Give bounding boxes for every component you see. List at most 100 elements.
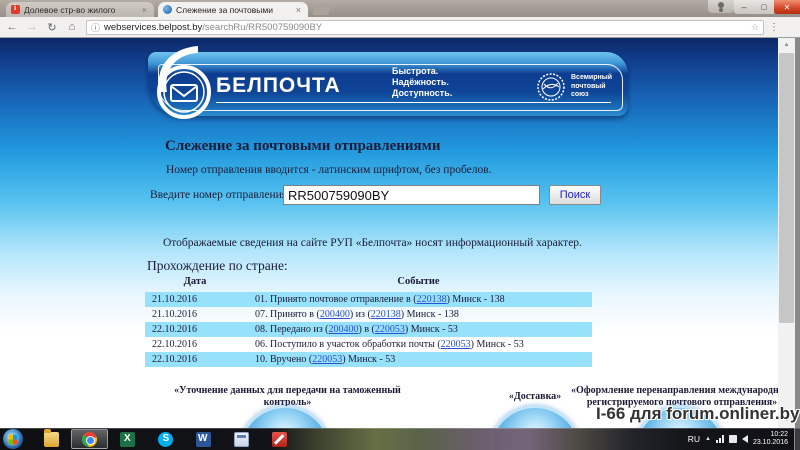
event-description: 01. Принято почтовое отправление в (2201… [245, 294, 592, 305]
location-code-link[interactable]: 200400 [328, 324, 358, 335]
footer-link-sphere-icon[interactable] [239, 406, 331, 428]
calculator-icon [234, 431, 249, 447]
location-code-link[interactable]: 200400 [320, 309, 350, 320]
forward-icon: → [26, 21, 38, 33]
location-code-link[interactable]: 220138 [371, 309, 401, 320]
footer-link-sphere-icon[interactable] [489, 406, 581, 428]
taskbar-explorer-button[interactable] [33, 428, 70, 449]
system-tray: RU ▲ 10:22 23.10.2016 [688, 431, 794, 447]
volume-icon[interactable] [741, 435, 748, 443]
disclaimer-text: Отображаемые сведения на сайте РУП «Белп… [163, 237, 582, 249]
taskbar-apps [33, 428, 298, 449]
event-description: 08. Передано из (200400) в (220053) Минс… [245, 324, 592, 335]
event-description: 07. Принято в (200400) из (220138) Минск… [245, 309, 592, 320]
table-header-row: Дата Событие [145, 276, 592, 292]
event-text: ) Минск - 53 [404, 324, 458, 335]
event-text: ) из ( [349, 309, 371, 320]
table-row: 22.10.2016 06. Поступило в участок обрабо… [145, 337, 592, 352]
taskbar-red-app-button[interactable] [261, 429, 298, 449]
upu-emblem-icon [537, 73, 565, 101]
event-description: 10. Вручено (220053) Минск - 53 [245, 354, 592, 365]
taskbar-skype-button[interactable] [147, 429, 184, 449]
brand-underline [216, 102, 611, 103]
url-host: webservices.belpost.by [104, 21, 203, 33]
belpost-favicon-icon [163, 5, 172, 14]
explorer-icon [44, 428, 59, 447]
event-date: 21.10.2016 [152, 294, 197, 305]
windows-taskbar: RU ▲ 10:22 23.10.2016 [0, 428, 800, 450]
column-header-event: Событие [397, 276, 440, 287]
table-title: Прохождение по стране: [147, 258, 288, 273]
tab-onliner[interactable]: Долевое стр-во жилого × [6, 2, 154, 17]
maximize-button[interactable]: ▢ [754, 0, 774, 14]
home-icon[interactable]: ⌂ [64, 21, 80, 33]
page-info-icon[interactable]: ⓘ [91, 21, 100, 34]
reload-icon[interactable]: ↻ [44, 21, 60, 34]
page-scrollbar[interactable]: ▲ ▼ [778, 38, 795, 428]
scroll-up-icon[interactable]: ▲ [778, 38, 795, 53]
hidden-icons-icon[interactable]: ▲ [705, 436, 711, 442]
taskbar-excel-button[interactable] [109, 429, 146, 449]
column-header-date: Дата [183, 276, 207, 287]
event-text: ) Минск - 138 [400, 309, 459, 320]
tab-title: Долевое стр-во жилого [24, 4, 116, 15]
location-code-link[interactable]: 220053 [312, 354, 342, 365]
event-text: 07. Принято в ( [255, 309, 320, 320]
upu-text: Всемирный почтовый союз [571, 74, 613, 99]
network-icon[interactable] [715, 435, 724, 443]
table-body: 21.10.2016 01. Принято почтовое отправлен… [145, 292, 592, 367]
page-title: Слежение за почтовыми отправлениями [165, 138, 441, 154]
location-code-link[interactable]: 220053 [441, 339, 471, 350]
chrome-icon [82, 431, 97, 447]
event-date: 22.10.2016 [152, 339, 197, 350]
word-icon [196, 431, 211, 447]
event-date: 21.10.2016 [152, 309, 197, 320]
brand-title: БЕЛПОЧТА [216, 74, 341, 97]
taskbar-word-button[interactable] [185, 429, 222, 449]
onliner-favicon-icon [11, 3, 20, 14]
slogans: Быстрота. Надёжность. Доступность. [392, 66, 453, 98]
action-center-icon[interactable] [728, 435, 737, 443]
event-date: 22.10.2016 [152, 324, 197, 335]
forum-watermark: I-66 для forum.onliner.by [596, 404, 800, 423]
scrollbar-thumb[interactable] [779, 53, 794, 323]
event-text: ) Минск - 53 [342, 354, 396, 365]
taskbar-calculator-button[interactable] [223, 429, 260, 449]
browser-tabstrip: Долевое стр-во жилого × Слежение за почт… [0, 0, 800, 17]
close-window-button[interactable]: ✕ [774, 0, 800, 14]
location-code-link[interactable]: 220053 [375, 324, 405, 335]
event-text: 10. Вручено ( [255, 354, 313, 365]
belpost-page: БЕЛПОЧТА Быстрота. Надёжность. Доступнос… [0, 38, 778, 428]
table-row: 22.10.2016 10. Вручено (220053) Минск - 5… [145, 352, 592, 367]
new-tab-button[interactable] [312, 4, 332, 15]
browser-toolbar: ← → ↻ ⌂ ⓘ webservices.belpost.by/searchR… [0, 17, 800, 38]
bookmark-star-icon[interactable]: ☆ [751, 22, 759, 33]
skype-icon [158, 431, 173, 447]
minimize-button[interactable]: – [734, 0, 754, 14]
event-text: 06. Поступило в участок обработки почты … [255, 339, 441, 350]
event-text: 08. Передано из ( [255, 324, 329, 335]
address-bar[interactable]: ⓘ webservices.belpost.by/searchRu/RR5007… [86, 19, 764, 35]
search-button[interactable]: Поиск [549, 185, 601, 205]
tab-belpost-tracking[interactable]: Слежение за почтовыми × [158, 2, 308, 17]
show-desktop-button[interactable] [794, 428, 800, 450]
table-row: 21.10.2016 01. Принято почтовое отправлен… [145, 292, 592, 307]
event-text: 01. Принято почтовое отправление в ( [255, 294, 417, 305]
location-code-link[interactable]: 220138 [417, 294, 447, 305]
url-path: /searchRu/RR500759090BY [202, 21, 323, 33]
event-text: ) Минск - 53 [470, 339, 524, 350]
taskbar-chrome-button[interactable] [71, 429, 108, 449]
tracking-table: Дата Событие 21.10.2016 01. Принято почто… [145, 276, 592, 367]
start-button[interactable] [3, 429, 23, 449]
clock[interactable]: 10:22 23.10.2016 [753, 431, 788, 447]
close-tab-icon[interactable]: × [294, 5, 303, 15]
tracking-number-input[interactable] [283, 185, 540, 205]
close-tab-icon[interactable]: × [140, 5, 149, 15]
clock-date: 23.10.2016 [752, 439, 788, 446]
profile-button[interactable] [708, 0, 734, 13]
input-hint: Номер отправления вводится - латинским ш… [166, 164, 492, 176]
language-indicator[interactable]: RU [688, 434, 700, 444]
browser-menu-icon[interactable]: ⋮ [769, 22, 779, 33]
table-row: 22.10.2016 08. Передано из (200400) в (22… [145, 322, 592, 337]
back-icon[interactable]: ← [4, 21, 20, 33]
